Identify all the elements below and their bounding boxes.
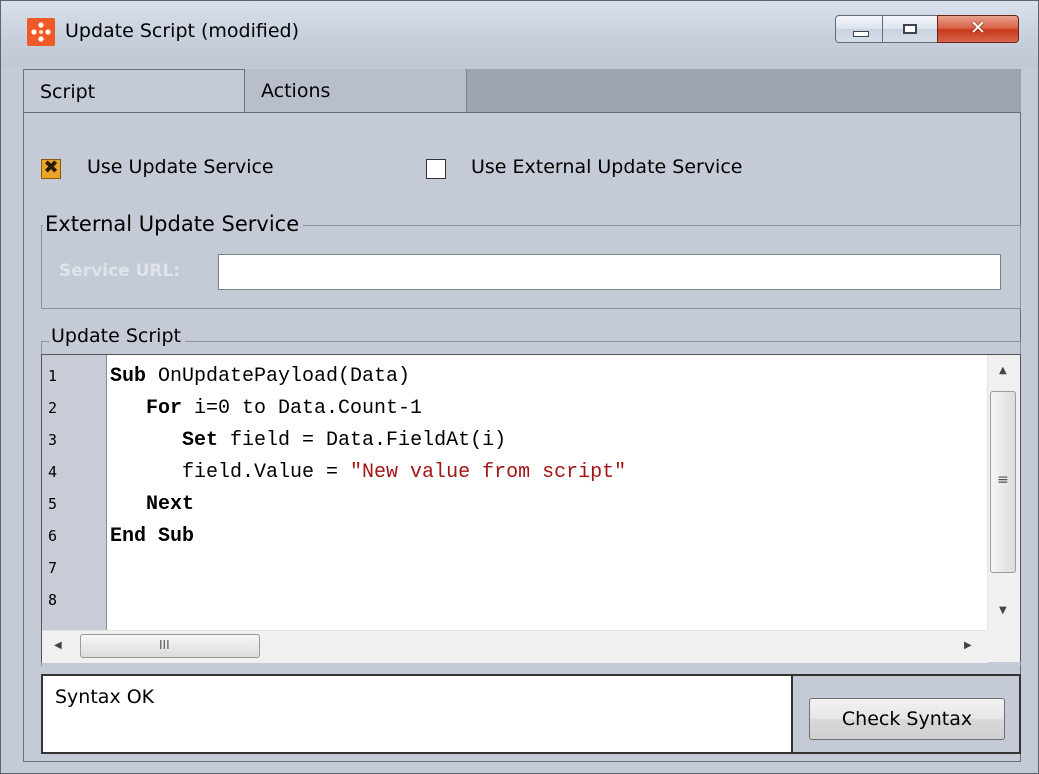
code-string-literal: "New value from script" bbox=[350, 461, 627, 484]
line-number: 5 bbox=[48, 495, 58, 513]
title-bar[interactable]: Update Script (modified) ✕ bbox=[1, 1, 1038, 67]
line-number-gutter: 1 2 3 4 5 6 7 8 bbox=[42, 355, 107, 630]
code-line: For i=0 to Data.Count-1 bbox=[110, 397, 422, 420]
maximize-button[interactable] bbox=[882, 15, 938, 43]
line-number: 2 bbox=[48, 399, 58, 417]
service-url-input[interactable] bbox=[218, 254, 1001, 290]
scroll-left-icon[interactable]: ◀ bbox=[54, 640, 62, 651]
code-text: OnUpdatePayload(Data) bbox=[146, 365, 411, 388]
code-keyword: Sub bbox=[110, 365, 147, 388]
horizontal-scroll-thumb[interactable]: III bbox=[80, 634, 260, 658]
line-number: 8 bbox=[48, 591, 58, 609]
use-external-update-service-label[interactable]: Use External Update Service bbox=[471, 156, 742, 178]
scroll-right-icon[interactable]: ▶ bbox=[964, 640, 972, 651]
line-number: 7 bbox=[48, 559, 58, 577]
minimize-button[interactable] bbox=[835, 15, 883, 43]
script-editor[interactable]: 1 2 3 4 5 6 7 8 Sub OnUpdatePayload(Data… bbox=[41, 354, 1021, 663]
scroll-up-icon[interactable]: ▲ bbox=[999, 365, 1007, 376]
app-logo-icon bbox=[27, 18, 55, 46]
use-update-service-label[interactable]: Use Update Service bbox=[87, 156, 274, 178]
code-line: Sub OnUpdatePayload(Data) bbox=[110, 365, 410, 388]
tab-actions[interactable]: Actions bbox=[245, 69, 467, 113]
use-update-service-checkbox[interactable]: ✖ bbox=[41, 157, 61, 179]
tab-script[interactable]: Script bbox=[23, 69, 245, 115]
scroll-grip-icon: III bbox=[159, 638, 170, 652]
line-number: 3 bbox=[48, 431, 58, 449]
scroll-grip-icon: ≡ bbox=[997, 472, 1009, 488]
checkmark-icon: ✖ bbox=[43, 157, 59, 178]
update-script-title: Update Script bbox=[49, 325, 185, 347]
syntax-status-text: Syntax OK bbox=[55, 686, 155, 708]
code-keyword: Next bbox=[110, 493, 195, 516]
syntax-status-area: Syntax OK Check Syntax bbox=[41, 674, 1021, 754]
maximize-icon bbox=[903, 24, 917, 34]
window-title: Update Script (modified) bbox=[65, 20, 300, 42]
code-keyword: For bbox=[110, 397, 183, 420]
code-text: field.Value = bbox=[110, 461, 351, 484]
code-text: field = Data.FieldAt(i) bbox=[218, 429, 507, 452]
check-syntax-button[interactable]: Check Syntax bbox=[809, 698, 1005, 740]
code-line: End Sub bbox=[110, 525, 194, 548]
horizontal-scrollbar[interactable]: ◀ III ▶ bbox=[42, 630, 988, 663]
scroll-down-icon[interactable]: ▼ bbox=[999, 605, 1007, 616]
tab-strip: Actions Script bbox=[23, 69, 1021, 115]
code-keyword: End Sub bbox=[110, 525, 195, 548]
close-icon: ✕ bbox=[970, 17, 986, 39]
line-number: 1 bbox=[48, 367, 58, 385]
vertical-scroll-thumb[interactable]: ≡ bbox=[990, 391, 1016, 573]
close-button[interactable]: ✕ bbox=[937, 15, 1019, 43]
vertical-scrollbar[interactable]: ▲ ≡ ▼ bbox=[987, 355, 1020, 630]
scroll-corner bbox=[988, 630, 1020, 662]
code-keyword: Set bbox=[110, 429, 219, 452]
code-line: field.Value = "New value from script" bbox=[110, 461, 626, 484]
minimize-icon bbox=[853, 31, 869, 37]
code-line: Set field = Data.FieldAt(i) bbox=[110, 429, 506, 452]
code-line: Next bbox=[110, 493, 194, 516]
line-number: 6 bbox=[48, 527, 58, 545]
service-url-label: Service URL: bbox=[59, 261, 181, 281]
update-script-window: Update Script (modified) ✕ Actions Scrip… bbox=[0, 0, 1039, 774]
line-number: 4 bbox=[48, 463, 58, 481]
code-text: i=0 to Data.Count-1 bbox=[182, 397, 423, 420]
syntax-output-box: Syntax OK bbox=[43, 676, 793, 752]
external-update-service-title: External Update Service bbox=[43, 212, 304, 236]
use-external-update-service-checkbox[interactable] bbox=[426, 159, 446, 179]
